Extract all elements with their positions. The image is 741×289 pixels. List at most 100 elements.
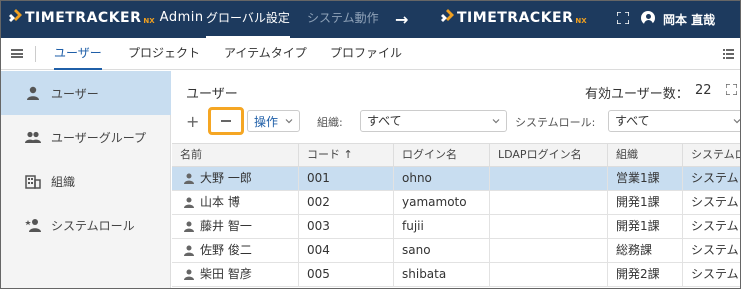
role-filter-label: システムロール: bbox=[515, 116, 596, 129]
timetracker-nx-link[interactable]: TIMETRACKER NX bbox=[441, 9, 587, 26]
cell-system-role: システム bbox=[691, 267, 739, 281]
building-icon bbox=[25, 175, 41, 189]
cell-login: yamamoto bbox=[394, 191, 490, 214]
cell-organization: 開発2課 bbox=[608, 263, 683, 286]
cell-code: 001 bbox=[299, 167, 394, 190]
cell-name: 佐野 俊二 bbox=[172, 239, 299, 262]
active-user-count: 22 bbox=[695, 83, 712, 98]
column-header-login[interactable]: ログイン名 bbox=[394, 144, 490, 167]
top-header: TIMETRACKER NX Admin グローバル設定 システム動作 → TI… bbox=[1, 1, 740, 38]
remove-user-button[interactable] bbox=[208, 107, 244, 135]
logo-admin: Admin bbox=[159, 10, 204, 25]
sidebar-item-label: システムロール bbox=[51, 218, 135, 233]
tab-users[interactable]: ユーザー bbox=[54, 38, 102, 70]
cell-login: sano bbox=[394, 239, 490, 262]
add-user-button[interactable]: + bbox=[186, 112, 199, 131]
cell-system-role: システム bbox=[691, 219, 739, 233]
tab-profiles[interactable]: プロファイル bbox=[330, 38, 402, 70]
divider bbox=[35, 46, 36, 62]
page-title: ユーザー bbox=[186, 87, 238, 102]
column-header-organization[interactable]: 組織 bbox=[608, 144, 683, 167]
sidebar-item-label: 組織 bbox=[51, 174, 76, 189]
cell-code: 002 bbox=[299, 191, 394, 214]
menu-icon[interactable] bbox=[11, 49, 23, 58]
user-icon bbox=[184, 269, 194, 280]
logo-mark-icon bbox=[441, 9, 454, 22]
timetracker-logo: TIMETRACKER NX Admin bbox=[9, 9, 204, 26]
logo-brand: TIMETRACKER bbox=[25, 9, 142, 26]
sidebar-item-organizations[interactable]: 組織 bbox=[1, 159, 171, 203]
org-filter-label: 組織: bbox=[317, 116, 343, 129]
sub-navigation: ユーザー プロジェクト アイテムタイプ プロファイル bbox=[1, 38, 740, 70]
operations-dropdown[interactable]: 操作 bbox=[247, 110, 300, 132]
role-filter-select[interactable]: すべて bbox=[608, 110, 740, 132]
user-icon bbox=[27, 86, 39, 100]
table-row[interactable]: 山本 博 002 yamamoto 開発1課 システム bbox=[172, 191, 740, 215]
table-header: 名前 コード ↑ ログイン名 LDAPログイン名 組織 システムロ bbox=[172, 143, 740, 167]
column-header-system-role[interactable]: システムロ bbox=[683, 144, 740, 167]
cell-organization: 営業1課 bbox=[608, 167, 683, 190]
user-group-icon bbox=[25, 131, 41, 143]
sidebar-item-system-roles[interactable]: システムロール bbox=[1, 203, 171, 247]
cell-organization: 開発1課 bbox=[608, 191, 683, 214]
cell-name: 山本 博 bbox=[172, 191, 299, 214]
table-row[interactable]: 佐野 俊二 004 sano 総務課 システム bbox=[172, 239, 740, 263]
cell-login: shibata bbox=[394, 263, 490, 286]
chevron-down-icon bbox=[492, 119, 500, 124]
tab-projects[interactable]: プロジェクト bbox=[128, 38, 200, 70]
app-window: TIMETRACKER NX Admin グローバル設定 システム動作 → TI… bbox=[0, 0, 741, 289]
cell-ldap-login bbox=[490, 215, 608, 238]
table-row[interactable]: 大野 一郎 001 ohno 営業1課 システム bbox=[172, 167, 740, 191]
table-row[interactable]: 藤井 智一 003 fujii 開発1課 システム bbox=[172, 215, 740, 239]
cell-ldap-login bbox=[490, 263, 608, 286]
user-avatar-icon[interactable] bbox=[641, 11, 655, 25]
user-icon bbox=[184, 197, 194, 208]
org-filter-select[interactable]: すべて bbox=[360, 110, 507, 132]
active-user-count-label: 有効ユーザー数： bbox=[585, 87, 689, 102]
cell-ldap-login bbox=[490, 191, 608, 214]
cell-organization: 開発1課 bbox=[608, 215, 683, 238]
chevron-down-icon bbox=[733, 119, 740, 124]
logo-mark-icon bbox=[9, 9, 22, 22]
column-header-ldap-login[interactable]: LDAPログイン名 bbox=[490, 144, 608, 167]
fullscreen-icon[interactable] bbox=[617, 12, 629, 24]
logo-brand: TIMETRACKER bbox=[457, 9, 574, 26]
cell-name: 藤井 智一 bbox=[172, 215, 299, 238]
cell-system-role: システム bbox=[691, 171, 739, 185]
header-tab-system-behavior[interactable]: システム動作 bbox=[307, 1, 379, 38]
column-header-name[interactable]: 名前 bbox=[172, 144, 299, 167]
sidebar-item-users[interactable]: ユーザー bbox=[1, 71, 171, 115]
user-star-icon bbox=[25, 219, 41, 232]
operations-label: 操作 bbox=[254, 114, 279, 129]
logo-nx: NX bbox=[575, 16, 587, 25]
cell-login: fujii bbox=[394, 215, 490, 238]
switch-arrow-icon[interactable]: → bbox=[395, 10, 408, 29]
cell-ldap-login bbox=[490, 167, 608, 190]
main-content: ユーザー 有効ユーザー数： 22 + 操作 組織: すべて システムロール: す… bbox=[172, 71, 740, 288]
logo-nx: NX bbox=[143, 16, 155, 25]
column-header-code[interactable]: コード ↑ bbox=[299, 144, 394, 167]
user-icon bbox=[184, 221, 194, 232]
table-row[interactable]: 柴田 智彦 005 shibata 開発2課 システム bbox=[172, 263, 740, 287]
cell-code: 005 bbox=[299, 263, 394, 286]
cell-name: 柴田 智彦 bbox=[172, 263, 299, 286]
sidebar-item-label: ユーザーグループ bbox=[51, 130, 147, 145]
chevron-down-icon bbox=[285, 119, 293, 124]
cell-organization: 総務課 bbox=[608, 239, 683, 262]
user-icon bbox=[184, 245, 194, 256]
cell-login: ohno bbox=[394, 167, 490, 190]
sidebar-item-user-groups[interactable]: ユーザーグループ bbox=[1, 115, 171, 159]
tab-item-types[interactable]: アイテムタイプ bbox=[224, 38, 307, 70]
current-user-name[interactable]: 岡本 直哉 bbox=[663, 11, 715, 28]
header-tab-global-settings[interactable]: グローバル設定 bbox=[206, 1, 290, 38]
cell-system-role: システム bbox=[691, 243, 739, 257]
cell-code: 003 bbox=[299, 215, 394, 238]
cell-system-role: システム bbox=[691, 195, 739, 209]
sidebar-item-label: ユーザー bbox=[51, 86, 99, 101]
list-view-icon[interactable] bbox=[723, 49, 734, 59]
cell-code: 004 bbox=[299, 239, 394, 262]
expand-icon[interactable] bbox=[726, 84, 737, 95]
cell-ldap-login bbox=[490, 239, 608, 262]
sidebar: ユーザー ユーザーグループ 組織 システムロール bbox=[1, 71, 171, 288]
role-filter-value: すべて bbox=[615, 114, 650, 128]
